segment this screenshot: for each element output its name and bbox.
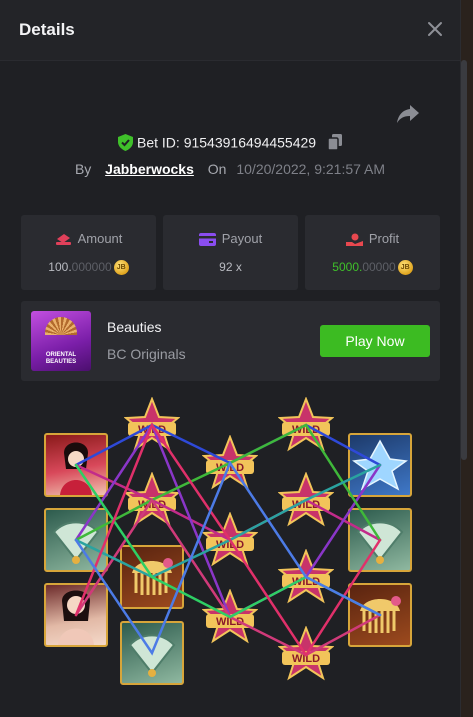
jb-coin-icon: JB	[397, 260, 413, 276]
share-icon[interactable]	[396, 103, 420, 125]
play-now-button[interactable]: Play Now	[320, 325, 430, 357]
close-icon[interactable]	[424, 18, 446, 40]
win-lines	[74, 422, 382, 658]
bet-meta-row: By Jabberwocks On 10/20/2022, 9:21:57 AM	[0, 161, 460, 177]
payout-value: 92 x	[219, 260, 242, 274]
result-board: WILD WILD WILD WILD WILD WILD WILD WILD …	[40, 395, 425, 695]
verified-shield-icon	[118, 133, 134, 151]
user-link[interactable]: Jabberwocks	[105, 161, 194, 177]
stat-amount: Amount 100.000000 JB	[21, 215, 156, 290]
thumbnail-title: ORIENTAL BEAUTIES	[45, 352, 77, 365]
amount-value: 100.	[48, 260, 72, 274]
profit-icon	[345, 233, 363, 247]
jb-coin-icon: JB	[113, 260, 129, 276]
payout-icon	[198, 233, 216, 247]
profit-label: Profit	[368, 231, 400, 246]
details-modal: Details Bet ID: 91543916494455429 By Jab…	[0, 0, 467, 717]
bet-datetime: 10/20/2022, 9:21:57 AM	[236, 161, 386, 177]
profit-value: 5000.	[332, 260, 363, 274]
modal-title: Details	[19, 20, 75, 39]
bet-id-label: Bet ID:	[137, 134, 180, 151]
fan-icon	[45, 317, 77, 335]
scrollbar[interactable]	[461, 60, 467, 460]
stat-profit: Profit 5000.00000 JB	[305, 215, 440, 290]
game-card: ORIENTAL BEAUTIES Beauties BC Originals …	[21, 301, 440, 381]
game-name: Beauties	[107, 319, 162, 335]
bet-id-row: Bet ID: 91543916494455429	[0, 133, 460, 151]
payout-label: Payout	[221, 231, 263, 246]
stat-payout: Payout 92 x	[163, 215, 298, 290]
stats-panel: Amount 100.000000 JB Payout 92 x Profit 5…	[21, 215, 440, 290]
game-provider: BC Originals	[107, 346, 186, 362]
on-label: On	[207, 161, 227, 177]
copy-icon[interactable]	[327, 134, 342, 151]
modal-header: Details	[0, 0, 460, 61]
amount-label: Amount	[77, 231, 123, 246]
by-label: By	[74, 161, 92, 177]
game-thumbnail[interactable]: ORIENTAL BEAUTIES	[31, 311, 91, 371]
bet-id-value: 91543916494455429	[183, 134, 317, 151]
profit-value-decimals: 00000	[362, 260, 396, 274]
amount-icon	[55, 234, 71, 246]
amount-value-decimals: 000000	[71, 260, 112, 274]
